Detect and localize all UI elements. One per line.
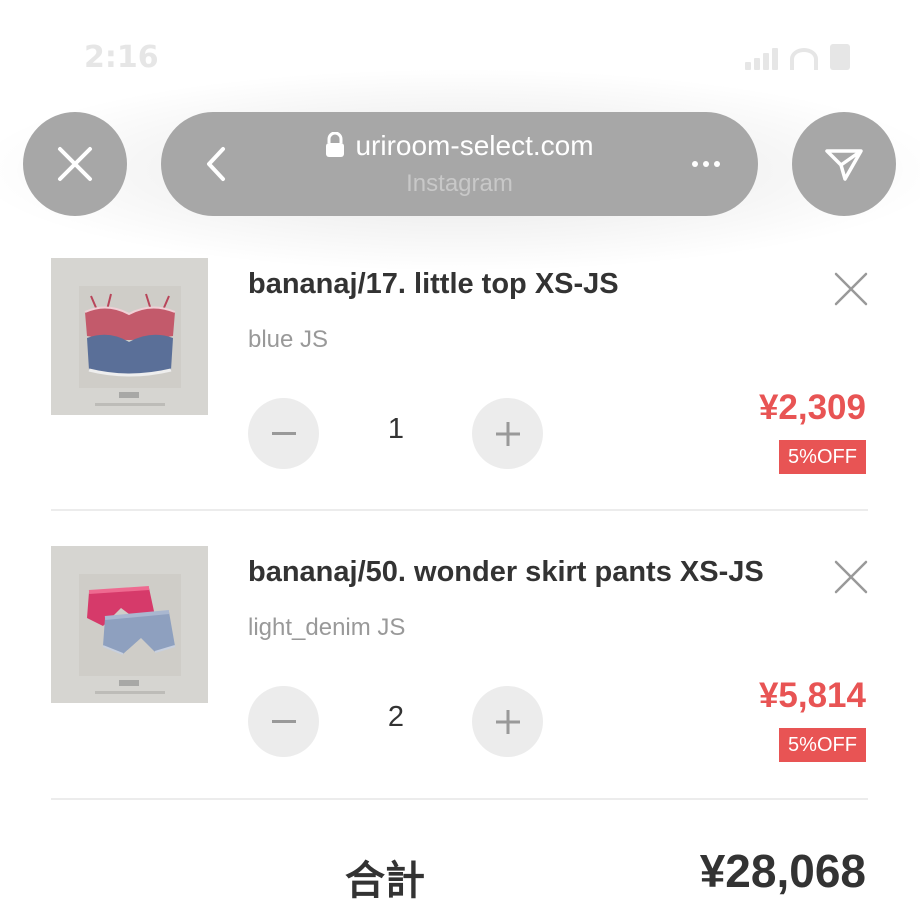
cart-item: bananaj/50. wonder skirt pants XS-JS lig… — [0, 546, 920, 834]
product-variant: blue JS — [248, 326, 329, 353]
signal-icon — [745, 48, 778, 70]
divider — [51, 509, 868, 511]
minus-icon — [271, 431, 296, 435]
item-price: ¥2,309 — [758, 388, 866, 427]
more-icon[interactable] — [692, 152, 726, 176]
product-image[interactable] — [51, 546, 208, 703]
discount-badge: 5%OFF — [779, 440, 866, 474]
product-title[interactable]: bananaj/50. wonder skirt pants XS-JS — [248, 556, 764, 589]
share-icon — [825, 149, 863, 181]
item-price: ¥5,814 — [758, 676, 866, 715]
increase-quantity-button[interactable] — [472, 686, 543, 757]
total-label: 合計 — [345, 858, 425, 904]
minus-icon — [271, 719, 296, 723]
remove-item-button[interactable] — [830, 268, 872, 310]
decrease-quantity-button[interactable] — [248, 398, 319, 469]
share-button[interactable] — [792, 112, 896, 216]
plus-icon — [495, 709, 520, 734]
wifi-icon — [790, 48, 818, 70]
product-image[interactable] — [51, 258, 208, 415]
close-icon — [834, 560, 868, 594]
status-icons — [745, 44, 850, 70]
source-label: Instagram — [406, 170, 513, 197]
discount-badge: 5%OFF — [779, 728, 866, 762]
product-title[interactable]: bananaj/17. little top XS-JS — [248, 268, 619, 301]
increase-quantity-button[interactable] — [472, 398, 543, 469]
lock-icon — [326, 132, 345, 157]
product-photo-shorts — [51, 546, 208, 703]
plus-icon — [495, 421, 520, 446]
product-variant: light_denim JS — [248, 614, 406, 641]
url-text: uriroom-select.com — [355, 130, 594, 161]
total-value: ¥28,068 — [699, 845, 866, 897]
close-icon — [58, 147, 92, 181]
divider — [51, 798, 868, 800]
remove-item-button[interactable] — [830, 556, 872, 598]
cart-item: bananaj/17. little top XS-JS blue JS 1 ¥… — [0, 258, 920, 546]
decrease-quantity-button[interactable] — [248, 686, 319, 757]
quantity-value: 1 — [387, 413, 405, 445]
battery-icon — [830, 44, 850, 70]
product-photo-top — [51, 258, 208, 415]
close-icon — [834, 272, 868, 306]
url-row: uriroom-select.com — [161, 130, 758, 162]
address-bar[interactable]: uriroom-select.com Instagram — [161, 112, 758, 216]
quantity-value: 2 — [387, 701, 405, 733]
close-button[interactable] — [23, 112, 127, 216]
